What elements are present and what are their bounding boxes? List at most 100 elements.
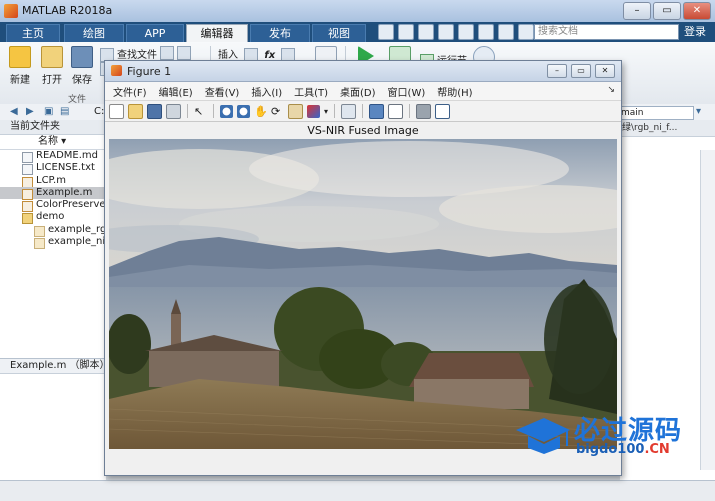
copy-icon[interactable] xyxy=(418,24,434,40)
menu-insert[interactable]: 插入(I) xyxy=(251,84,282,99)
menu-file[interactable]: 文件(F) xyxy=(113,84,147,99)
editor-path-field[interactable]: main xyxy=(618,106,694,120)
brush-icon[interactable] xyxy=(307,104,320,118)
close-button[interactable]: ✕ xyxy=(683,2,711,20)
menu-view[interactable]: 查看(V) xyxy=(205,84,240,99)
landscape-photo xyxy=(109,139,617,449)
new-figure-icon[interactable] xyxy=(109,103,124,119)
redo-icon[interactable] xyxy=(478,24,494,40)
title-bar: MATLAB R2018a – ▭ ✕ xyxy=(0,0,715,23)
figure-maximize-button[interactable]: ▭ xyxy=(571,64,591,78)
forward-arrow-icon[interactable]: ▶ xyxy=(26,106,38,118)
menu-tools[interactable]: 工具(T) xyxy=(294,84,328,99)
file-list-item[interactable]: LICENSE.txt xyxy=(0,162,106,176)
watermark-domain-name: bigdo100 xyxy=(576,442,645,457)
watermark-domain: bigdo100.CN xyxy=(576,442,670,457)
fused-image xyxy=(109,139,617,449)
insert-colorbar-icon[interactable] xyxy=(369,103,385,119)
forward-icon xyxy=(177,46,191,60)
file-list-item[interactable]: LCP.m xyxy=(0,174,106,188)
address-path-prefix[interactable]: C: xyxy=(94,106,104,117)
help-icon[interactable] xyxy=(518,24,534,40)
menu-window[interactable]: 窗口(W) xyxy=(388,84,426,99)
show-plot-tools-icon[interactable] xyxy=(435,103,451,119)
new-icon xyxy=(9,46,31,68)
back-forward-nav[interactable] xyxy=(160,46,194,60)
menu-help[interactable]: 帮助(H) xyxy=(437,84,472,99)
sign-in-button[interactable]: 登录 xyxy=(678,24,712,40)
figure-title: Figure 1 xyxy=(127,65,172,78)
cut-icon[interactable] xyxy=(398,24,414,40)
open-label: 打开 xyxy=(42,75,62,86)
back-arrow-icon[interactable]: ◀ xyxy=(10,106,22,118)
figure-icon xyxy=(111,65,122,76)
save-label: 保存 xyxy=(72,75,92,86)
file-name: LICENSE.txt xyxy=(36,162,95,174)
browse-folder-icon[interactable]: ▤ xyxy=(60,106,72,118)
link-plot-icon[interactable] xyxy=(341,103,357,119)
tab-apps[interactable]: APP xyxy=(126,24,184,43)
undo-icon[interactable] xyxy=(458,24,474,40)
file-list-item[interactable]: ColorPreserveFu xyxy=(0,199,117,213)
quick-access-toolbar xyxy=(378,24,534,40)
editor-file-path: 绿\rgb_ni_f... xyxy=(620,120,715,137)
save-icon[interactable] xyxy=(378,24,394,40)
switch-windows-icon[interactable] xyxy=(498,24,514,40)
new-button[interactable]: 新建 xyxy=(6,46,34,86)
paste-icon[interactable] xyxy=(438,24,454,40)
hide-plot-tools-icon[interactable] xyxy=(416,103,432,119)
file-name: example_rgb xyxy=(48,223,113,235)
details-label: Example.m （脚本） xyxy=(0,359,109,374)
print-icon[interactable] xyxy=(166,103,181,119)
data-cursor-icon[interactable] xyxy=(288,103,303,119)
graduation-cap-logo xyxy=(516,418,570,454)
zoom-in-icon[interactable] xyxy=(220,104,233,118)
name-column-header[interactable]: 名称 ▾ xyxy=(0,135,106,150)
tab-home[interactable]: 主页 xyxy=(6,24,60,43)
save-ribbon-button[interactable]: 保存 xyxy=(68,46,96,86)
save-figure-icon[interactable] xyxy=(147,103,162,119)
status-bar xyxy=(0,480,715,501)
figure-close-button[interactable]: ✕ xyxy=(595,64,615,78)
zoom-out-icon[interactable] xyxy=(237,104,250,118)
file-name: LCP.m xyxy=(36,174,66,186)
file-name: demo xyxy=(36,211,65,223)
file-list-item[interactable]: demo xyxy=(0,211,106,225)
editor-scrollbar[interactable] xyxy=(700,150,715,470)
figure-menu-bar: 文件(F) 编辑(E) 查看(V) 插入(I) 工具(T) 桌面(D) 窗口(W… xyxy=(105,82,621,101)
figure-minimize-button[interactable]: – xyxy=(547,64,567,78)
file-list-item[interactable]: README.md xyxy=(0,150,106,163)
insert-legend-icon[interactable] xyxy=(388,103,404,119)
edit-plot-arrow-icon[interactable]: ↖ xyxy=(194,105,207,118)
path-dropdown-icon[interactable]: ▾ xyxy=(696,106,708,118)
details-panel: Example.m （脚本） xyxy=(0,358,109,481)
toolbar-divider xyxy=(213,104,214,118)
tab-view[interactable]: 视图 xyxy=(312,24,366,43)
search-documentation-input[interactable]: 搜索文档 xyxy=(534,24,679,40)
menu-desktop[interactable]: 桌面(D) xyxy=(340,84,376,99)
file-list-item[interactable]: Example.m xyxy=(0,186,106,200)
pan-hand-icon[interactable]: ✋ xyxy=(254,105,268,118)
tab-publish[interactable]: 发布 xyxy=(250,24,310,43)
file-name: Example.m xyxy=(36,186,93,198)
tab-editor[interactable]: 编辑器 xyxy=(186,24,248,43)
toolbar-divider xyxy=(409,104,411,118)
file-name: README.md xyxy=(36,150,99,161)
ribbon-tab-strip: 主页 绘图 APP 编辑器 发布 视图 搜索文档 登录 xyxy=(0,22,715,43)
maximize-button[interactable]: ▭ xyxy=(653,2,681,20)
open-file-icon[interactable] xyxy=(128,103,143,119)
save-disk-icon xyxy=(71,46,93,68)
menu-edit[interactable]: 编辑(E) xyxy=(159,84,193,99)
tab-plots[interactable]: 绘图 xyxy=(64,24,124,43)
file-list-item[interactable]: example_rgb xyxy=(0,224,113,237)
menu-dock-arrow-icon[interactable]: ↘ xyxy=(607,85,615,95)
file-list: README.md LICENSE.txt LCP.m Example.m ColorP… xyxy=(0,150,117,250)
up-folder-icon[interactable]: ▣ xyxy=(44,106,56,118)
file-list-item[interactable]: example_nir.t xyxy=(0,236,115,250)
brush-dropdown-icon[interactable]: ▾ xyxy=(324,107,328,116)
rotate-3d-icon[interactable]: ⟳ xyxy=(271,105,284,118)
matlab-logo-icon xyxy=(4,4,18,18)
toolbar-divider xyxy=(362,104,364,118)
minimize-button[interactable]: – xyxy=(623,2,651,20)
open-button[interactable]: 打开 xyxy=(38,46,66,86)
